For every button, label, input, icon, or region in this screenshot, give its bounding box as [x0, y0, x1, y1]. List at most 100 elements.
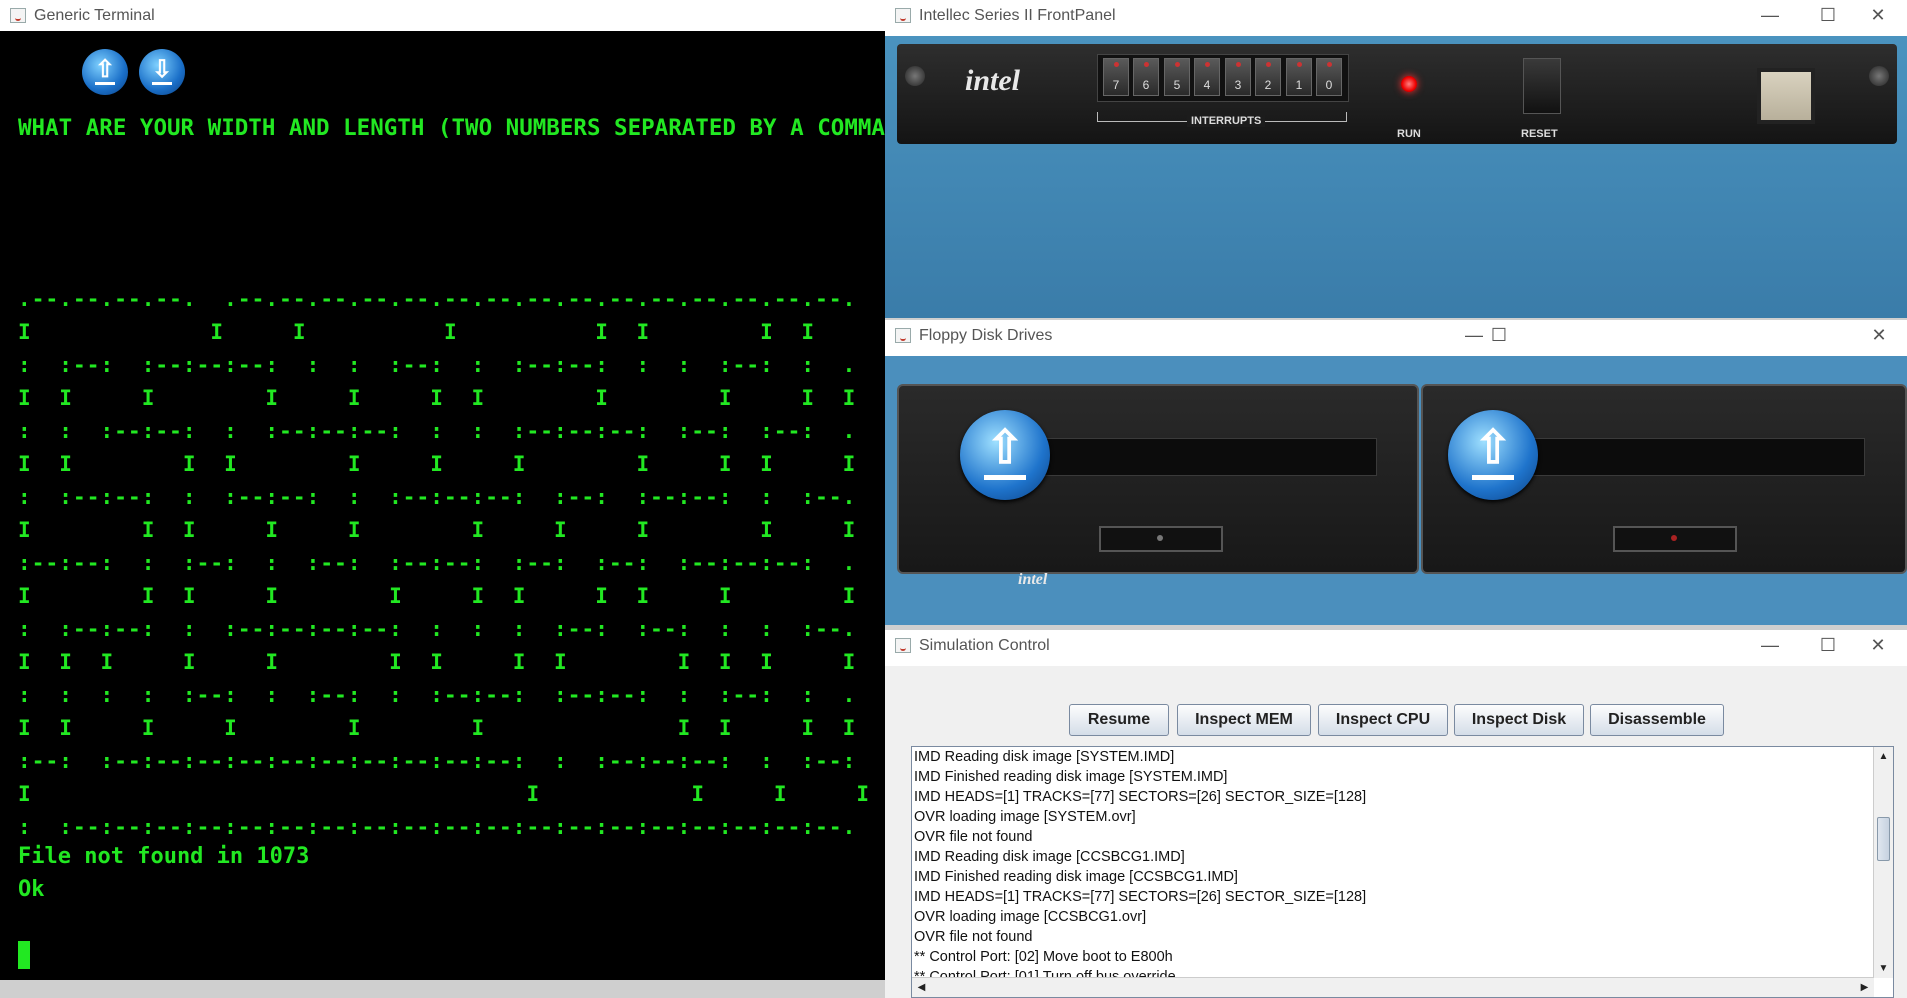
- maze-line: I I I I I I I I I I I: [18, 584, 857, 608]
- frontpanel-window: Intellec Series II FrontPanel — ☐ ✕ inte…: [885, 0, 1907, 318]
- maze-line: :--: :--:--:--:--:--:--:--:--:--:--: : :…: [18, 749, 898, 773]
- terminal-maze: .--.--.--.--. .--.--.--.--.--.--.--.--.-…: [18, 283, 898, 844]
- horizontal-scrollbar[interactable]: ◀ ▶: [912, 977, 1874, 997]
- inspect-cpu-button[interactable]: Inspect CPU: [1318, 704, 1448, 736]
- maze-line: I I I I I: [18, 782, 871, 806]
- floppy-body: ⇧ ⇧ intel: [885, 356, 1907, 625]
- interrupts-label: INTERRUPTS: [1187, 115, 1266, 127]
- terminal-cursor: [18, 941, 30, 969]
- simulation-body: Resume Inspect MEM Inspect CPU Inspect D…: [885, 666, 1907, 998]
- interrupt-switch-1[interactable]: 1: [1286, 58, 1312, 96]
- floppy-window: Floppy Disk Drives — ☐ ✕ ⇧ ⇧ intel: [885, 320, 1907, 625]
- maze-line: : :--:--: : :--:--:--:--: : : : :--: :--…: [18, 617, 857, 641]
- frontpanel-title: Intellec Series II FrontPanel: [919, 7, 1116, 24]
- maze-line: I I I I I I I I I I: [18, 716, 857, 740]
- maximize-button[interactable]: ☐: [1470, 320, 1528, 351]
- interrupt-switch-5[interactable]: 5: [1164, 58, 1190, 96]
- interrupt-switch-0[interactable]: 0: [1316, 58, 1342, 96]
- maze-line: I I I I I I I I: [18, 320, 816, 344]
- close-button[interactable]: ✕: [1849, 0, 1907, 31]
- scroll-thumb[interactable]: [1877, 817, 1890, 861]
- java-app-icon: [10, 8, 26, 23]
- maze-line: : :--: :--:--:--: : : :--: : :--:--: : :…: [18, 353, 857, 377]
- interrupt-switch-7[interactable]: 7: [1103, 58, 1129, 96]
- maze-line: .--.--.--.--. .--.--.--.--.--.--.--.--.-…: [18, 287, 857, 311]
- reset-button[interactable]: [1523, 58, 1561, 114]
- simulation-window: Simulation Control — ☐ ✕ Resume Inspect …: [885, 630, 1907, 998]
- interrupt-switch-2[interactable]: 2: [1255, 58, 1281, 96]
- disk-slot: [1493, 438, 1865, 476]
- maze-line: : :--:--:--:--:--:--:--:--:--:--:--:--:-…: [18, 815, 857, 839]
- interrupt-switch-4[interactable]: 4: [1194, 58, 1220, 96]
- interrupt-switch-3[interactable]: 3: [1225, 58, 1251, 96]
- upload-icon[interactable]: ⇧: [82, 49, 128, 95]
- drive-latch: [1613, 526, 1737, 552]
- maze-line: I I I I I I I I I I I I I: [18, 650, 857, 674]
- simulation-title: Simulation Control: [919, 637, 1050, 654]
- interrupt-switch-6[interactable]: 6: [1133, 58, 1159, 96]
- intel-logo: intel: [965, 64, 1021, 97]
- close-button[interactable]: ✕: [1849, 630, 1907, 661]
- scroll-up-icon[interactable]: ▲: [1874, 747, 1893, 766]
- frontpanel-titlebar[interactable]: Intellec Series II FrontPanel — ☐ ✕: [885, 0, 1907, 31]
- maze-line: :--:--: : :--: : :--: :--:--: :--: :--: …: [18, 551, 857, 575]
- terminal-ok-line: Ok: [18, 877, 45, 902]
- terminal-title: Generic Terminal: [34, 7, 155, 24]
- run-label: RUN: [1397, 128, 1421, 140]
- run-led: [1401, 76, 1417, 92]
- screw-icon: [905, 66, 925, 86]
- log-line: ** Control Port: [02] Move boot to E800h: [914, 949, 1173, 965]
- minimize-button[interactable]: —: [1741, 0, 1799, 31]
- maze-line: : : :--:--: : :--:--:--: : : :--:--:--: …: [18, 419, 857, 443]
- inspect-disk-button[interactable]: Inspect Disk: [1454, 704, 1584, 736]
- intel-logo: intel: [1018, 571, 1048, 588]
- download-icon[interactable]: ⇩: [139, 49, 185, 95]
- frontpanel-body: intel 7 6 5 4 3 2 1 0 INTERRUPTS RUN RES…: [885, 36, 1907, 318]
- maze-line: I I I I I I I I I I I: [18, 452, 857, 476]
- reset-label: RESET: [1521, 128, 1558, 140]
- load-disk-1-icon[interactable]: ⇧: [1448, 410, 1538, 500]
- log-line: OVR file not found: [914, 929, 1033, 945]
- log-line: IMD Finished reading disk image [SYSTEM.…: [914, 769, 1228, 785]
- java-app-icon: [895, 328, 911, 343]
- log-line: OVR loading image [CCSBCG1.ovr]: [914, 909, 1147, 925]
- log-line: OVR file not found: [914, 829, 1033, 845]
- log-text[interactable]: IMD Reading disk image [SYSTEM.IMD] IMD F…: [912, 747, 1874, 978]
- scroll-down-icon[interactable]: ▼: [1874, 959, 1893, 978]
- log-line: IMD Finished reading disk image [CCSBCG1…: [914, 869, 1238, 885]
- terminal-titlebar[interactable]: Generic Terminal: [0, 0, 885, 31]
- terminal-error-line: File not found in 1073: [18, 844, 310, 869]
- log-line: IMD HEADS=[1] TRACKS=[77] SECTORS=[26] S…: [914, 789, 1367, 805]
- log-area[interactable]: IMD Reading disk image [SYSTEM.IMD] IMD F…: [911, 746, 1894, 998]
- maze-line: : : : : :--: : :--: : :--:--: :--:--: : …: [18, 683, 857, 707]
- close-button[interactable]: ✕: [1850, 320, 1907, 351]
- vertical-scrollbar[interactable]: ▲ ▼: [1873, 747, 1893, 978]
- log-line: IMD Reading disk image [SYSTEM.IMD]: [914, 749, 1175, 765]
- drive-latch: [1099, 526, 1223, 552]
- log-line: OVR loading image [SYSTEM.ovr]: [914, 809, 1136, 825]
- terminal-prompt: WHAT ARE YOUR WIDTH AND LENGTH (TWO NUMB…: [18, 115, 913, 141]
- floppy-title: Floppy Disk Drives: [919, 327, 1053, 344]
- control-panel: intel 7 6 5 4 3 2 1 0 INTERRUPTS RUN RES…: [897, 44, 1897, 144]
- minimize-button[interactable]: —: [1741, 630, 1799, 661]
- maze-line: I I I I I I I I I I I: [18, 386, 857, 410]
- java-app-icon: [895, 638, 911, 653]
- power-button[interactable]: [1757, 68, 1815, 124]
- log-line: IMD HEADS=[1] TRACKS=[77] SECTORS=[26] S…: [914, 889, 1367, 905]
- simulation-titlebar[interactable]: Simulation Control — ☐ ✕: [885, 630, 1907, 661]
- resume-button[interactable]: Resume: [1069, 704, 1169, 736]
- screw-icon: [1869, 66, 1889, 86]
- load-disk-0-icon[interactable]: ⇧: [960, 410, 1050, 500]
- inspect-mem-button[interactable]: Inspect MEM: [1177, 704, 1311, 736]
- interrupt-switch-bank: 7 6 5 4 3 2 1 0: [1097, 54, 1349, 102]
- maze-line: I I I I I I I I I I: [18, 518, 857, 542]
- disassemble-button[interactable]: Disassemble: [1590, 704, 1724, 736]
- scroll-left-icon[interactable]: ◀: [912, 978, 931, 997]
- floppy-titlebar[interactable]: Floppy Disk Drives — ☐ ✕: [885, 320, 1907, 351]
- maze-line: : :--:--: : :--:--: : :--:--:--: :--: :-…: [18, 485, 857, 509]
- java-app-icon: [895, 8, 911, 23]
- terminal-window: Generic Terminal ⇧ ⇩ WHAT ARE YOUR WIDTH…: [0, 0, 912, 980]
- terminal-screen[interactable]: ⇧ ⇩ WHAT ARE YOUR WIDTH AND LENGTH (TWO …: [0, 31, 912, 980]
- scroll-right-icon[interactable]: ▶: [1855, 978, 1874, 997]
- log-line: IMD Reading disk image [CCSBCG1.IMD]: [914, 849, 1185, 865]
